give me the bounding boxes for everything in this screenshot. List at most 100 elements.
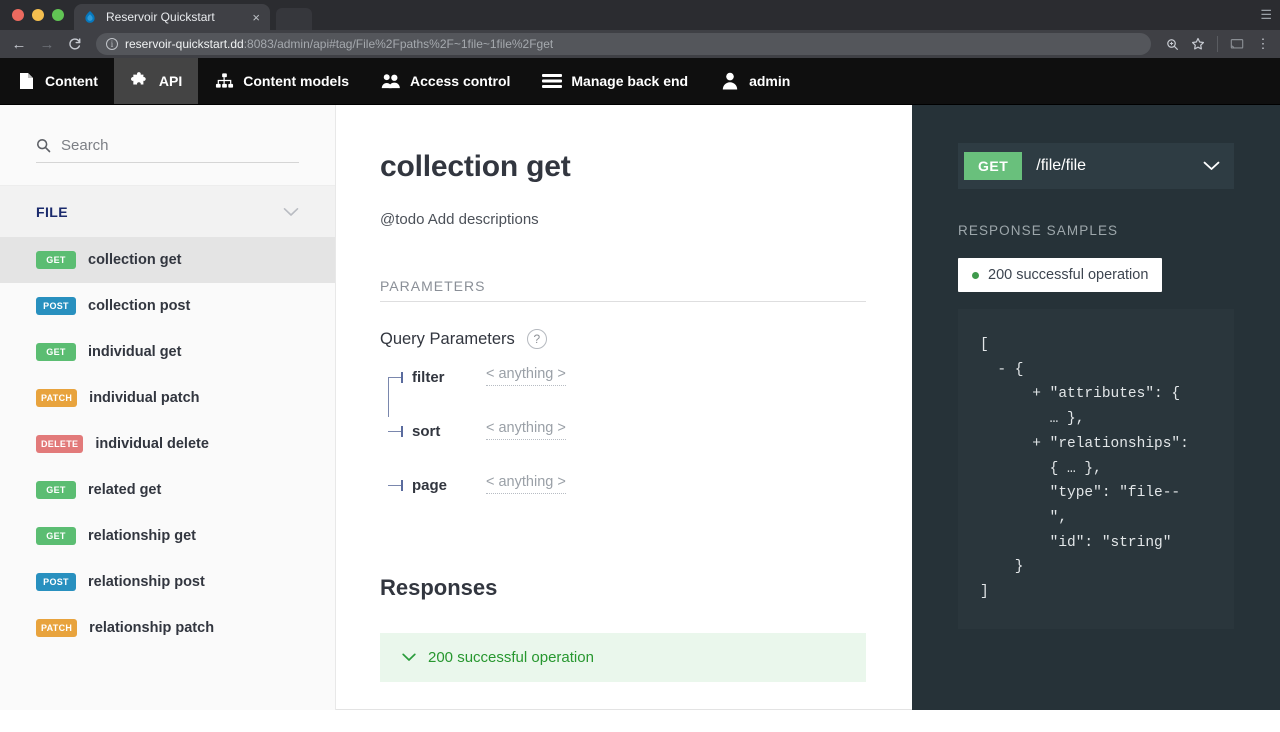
parameters-section-heading: PARAMETERS [380, 278, 866, 302]
method-badge: POST [36, 297, 76, 315]
window-maximize-button[interactable] [52, 9, 64, 21]
sidebar-item-individual-delete[interactable]: DELETE individual delete [0, 421, 335, 467]
method-badge: DELETE [36, 435, 84, 453]
endpoint-selector[interactable]: GET /file/file [958, 143, 1234, 189]
new-tab-button[interactable] [276, 8, 312, 30]
param-row-sort: sort < anything > [388, 419, 866, 473]
operation-label: individual delete [95, 436, 209, 452]
reload-icon[interactable] [62, 32, 88, 56]
param-field[interactable]: < anything > [486, 365, 866, 386]
param-value: < anything > [486, 366, 566, 386]
chevron-down-icon[interactable] [402, 653, 416, 662]
search-plus-icon[interactable] [1161, 33, 1183, 55]
method-badge: GET [36, 343, 76, 361]
param-field[interactable]: < anything > [486, 419, 866, 440]
tree-tick [401, 426, 403, 437]
sidebar-item-related-get[interactable]: GET related get [0, 467, 335, 513]
search-input[interactable] [61, 137, 299, 154]
param-name: filter [412, 369, 445, 386]
window-close-button[interactable] [12, 9, 24, 21]
admin-item-api[interactable]: API [113, 58, 199, 104]
people-icon [381, 71, 401, 91]
operation-label: relationship post [88, 574, 205, 590]
browser-window: Reservoir Quickstart × ☰ ← → i reservoir… [0, 0, 1280, 732]
param-row-filter: filter < anything > [388, 365, 866, 419]
response-label: 200 successful operation [428, 649, 594, 666]
code-sample: [ - { + "attributes": { … }, + "relation… [958, 309, 1234, 629]
url-host: reservoir-quickstart.dd [125, 37, 244, 51]
back-icon[interactable]: ← [6, 32, 32, 56]
operation-label: individual patch [89, 390, 200, 406]
sidebar-item-relationship-get[interactable]: GET relationship get [0, 513, 335, 559]
admin-item-label: Manage back end [571, 73, 689, 89]
sidebar-item-collection-post[interactable]: POST collection post [0, 283, 335, 329]
cast-icon[interactable] [1226, 33, 1248, 55]
operation-label: collection post [88, 298, 191, 314]
status-dot-icon [972, 271, 979, 279]
param-value: < anything > [486, 420, 566, 440]
tree-tick [401, 372, 403, 383]
search-field-wrapper[interactable] [36, 137, 299, 163]
browser-menu-icon[interactable]: ⋮ [1252, 33, 1274, 55]
sidebar-item-individual-get[interactable]: GET individual get [0, 329, 335, 375]
sidebar-group-label: FILE [36, 203, 68, 220]
search-icon [36, 138, 51, 153]
method-badge: PATCH [36, 389, 78, 407]
response-panel: GET /file/file RESPONSE SAMPLES 200 succ… [912, 105, 1280, 710]
sitemap-icon [214, 71, 234, 91]
api-sidebar: FILE GET collection get POST collection … [0, 105, 336, 710]
hamburger-icon [542, 71, 563, 91]
response-item-200[interactable]: 200 successful operation [380, 633, 866, 682]
address-bar[interactable]: i reservoir-quickstart.dd:8083/admin/api… [96, 33, 1151, 55]
sidebar-item-individual-patch[interactable]: PATCH individual patch [0, 375, 335, 421]
admin-item-content[interactable]: Content [0, 58, 114, 104]
close-icon[interactable]: × [250, 9, 262, 26]
admin-item-label: Content [45, 73, 98, 89]
help-icon[interactable]: ? [526, 329, 547, 349]
admin-item-access-control[interactable]: Access control [365, 58, 526, 104]
page-icon [16, 71, 36, 91]
tree-tick [401, 480, 403, 491]
operation-label: related get [88, 482, 162, 498]
response-sample-tab[interactable]: 200 successful operation [958, 258, 1163, 292]
tree-branch [388, 377, 402, 378]
site-info-icon[interactable]: i [106, 38, 118, 50]
method-badge: GET [36, 527, 76, 545]
param-field[interactable]: < anything > [486, 473, 866, 494]
admin-item-manage-back-end[interactable]: Manage back end [526, 58, 704, 104]
admin-item-content-models[interactable]: Content models [198, 58, 365, 104]
method-badge: POST [36, 573, 76, 591]
operation-label: individual get [88, 344, 182, 360]
url-text: reservoir-quickstart.dd:8083/admin/api#t… [125, 37, 553, 51]
admin-item-label: Access control [410, 73, 511, 89]
responses-heading: Responses [380, 575, 498, 600]
operation-label: collection get [88, 252, 182, 268]
chevron-down-icon[interactable] [283, 207, 299, 217]
tab-title: Reservoir Quickstart [106, 10, 215, 24]
sidebar-item-relationship-patch[interactable]: PATCH relationship patch [0, 605, 335, 651]
toolbar-divider [1217, 36, 1218, 52]
user-icon [720, 71, 740, 91]
window-minimize-button[interactable] [32, 9, 44, 21]
param-row-page: page < anything > [388, 473, 866, 527]
method-badge: GET [36, 251, 76, 269]
method-badge: PATCH [36, 619, 78, 637]
response-sample-label: 200 successful operation [988, 267, 1149, 283]
star-icon[interactable] [1187, 33, 1209, 55]
endpoint-method-badge: GET [964, 152, 1023, 180]
method-badge: GET [36, 481, 76, 499]
code-sample-text: [ - { + "attributes": { … }, + "relation… [980, 337, 1189, 601]
forward-icon[interactable]: → [34, 32, 60, 56]
window-controls [8, 0, 74, 30]
sidebar-group-file[interactable]: FILE [0, 185, 335, 237]
chevron-down-icon[interactable] [1203, 161, 1228, 171]
browser-tab[interactable]: Reservoir Quickstart × [74, 4, 270, 30]
window-resize-icon[interactable]: ☰ [1260, 7, 1272, 23]
sidebar-item-collection-get[interactable]: GET collection get [0, 237, 335, 283]
admin-item-admin[interactable]: admin [704, 58, 806, 104]
admin-item-label: API [158, 73, 183, 89]
main-content: collection get @todo Add descriptions PA… [336, 105, 912, 710]
toolbar-icons: ⋮ [1159, 33, 1274, 55]
param-name: sort [412, 423, 441, 440]
sidebar-item-relationship-post[interactable]: POST relationship post [0, 559, 335, 605]
